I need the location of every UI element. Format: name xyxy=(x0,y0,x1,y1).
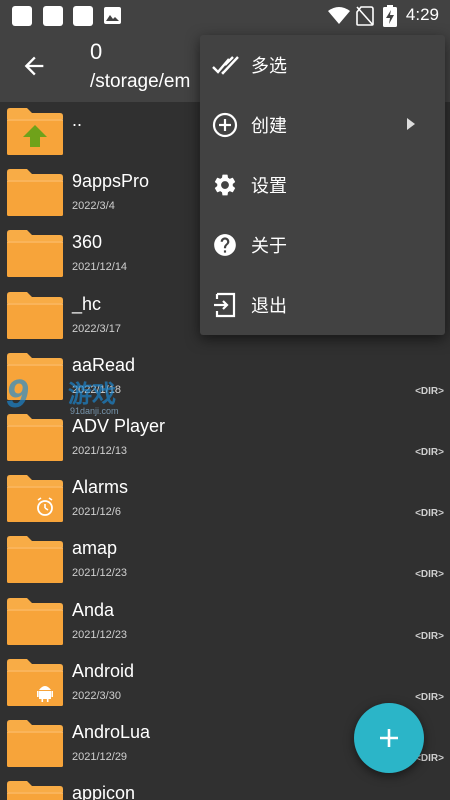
folder-alarm-icon xyxy=(7,475,63,523)
menu-item-about[interactable]: 关于 xyxy=(200,215,445,275)
notification-icon xyxy=(73,6,93,26)
overflow-menu: 多选 创建 设置 关于 退出 xyxy=(200,35,445,335)
file-date: 2022/3/17 xyxy=(72,322,121,335)
file-name: _hc xyxy=(72,293,102,314)
menu-item-label: 创建 xyxy=(251,116,287,137)
menu-item-label: 退出 xyxy=(251,296,287,317)
status-bar: 4:29 xyxy=(0,0,450,32)
file-name: Anda xyxy=(72,599,115,620)
file-date: 2021/12/23 xyxy=(72,628,128,641)
menu-item-label: 关于 xyxy=(251,236,287,257)
file-date: 2021/12/29 xyxy=(72,750,128,763)
folder-icon xyxy=(7,536,63,584)
menu-item-settings[interactable]: 设置 xyxy=(200,155,445,215)
status-time: 4:29 xyxy=(405,5,439,24)
folder-icon xyxy=(7,781,63,800)
settings-gear-icon xyxy=(214,174,236,196)
watermark-text: 游戏 xyxy=(68,380,116,408)
no-sim-icon xyxy=(356,6,374,26)
help-circle-icon xyxy=(214,234,236,256)
file-name: .. xyxy=(72,110,83,130)
plus-icon xyxy=(380,729,398,747)
menu-item-create[interactable]: 创建 xyxy=(200,95,445,155)
menu-item-label: 设置 xyxy=(251,176,287,197)
menu-item-label: 多选 xyxy=(251,56,287,77)
folder-icon xyxy=(7,230,63,278)
file-name: 9appsPro xyxy=(72,171,150,192)
file-date: 2021/12/13 xyxy=(72,444,128,457)
dir-tag: <DIR> xyxy=(415,446,444,458)
folder-icon xyxy=(7,597,63,645)
file-row[interactable]: amap 2021/12/23 <DIR> xyxy=(0,530,450,591)
add-circle-icon xyxy=(212,112,238,138)
folder-icon xyxy=(7,291,63,339)
file-name: AndroLua xyxy=(72,721,151,742)
folder-icon xyxy=(7,719,63,767)
file-date: 2022/3/30 xyxy=(72,689,121,702)
add-fab-button[interactable] xyxy=(354,703,424,773)
dir-tag: <DIR> xyxy=(415,385,444,397)
watermark-number: 9 xyxy=(6,372,29,416)
file-name: appicon xyxy=(72,783,136,800)
folder-up-icon xyxy=(7,108,63,155)
file-row[interactable]: Anda 2021/12/23 <DIR> xyxy=(0,592,450,653)
watermark-url: 91danji.com xyxy=(70,406,119,416)
watermark-logo: 9 游戏 91danji.com xyxy=(4,372,134,422)
exit-icon xyxy=(214,292,236,318)
file-date: 2021/12/23 xyxy=(72,567,128,580)
menu-item-multi-select[interactable]: 多选 xyxy=(200,35,445,95)
file-name: 360 xyxy=(72,232,103,253)
battery-charging-icon xyxy=(383,5,397,27)
submenu-arrow-icon xyxy=(407,118,415,130)
dir-tag: <DIR> xyxy=(415,630,444,642)
notification-icon xyxy=(12,6,32,26)
file-name: Android xyxy=(72,660,135,681)
multi-select-icon xyxy=(212,56,239,75)
notification-icon xyxy=(43,6,63,26)
file-row[interactable]: appicon xyxy=(0,775,450,800)
file-name: amap xyxy=(72,538,118,559)
file-date: 2021/12/6 xyxy=(72,506,121,519)
dir-tag: <DIR> xyxy=(415,691,444,703)
folder-icon xyxy=(7,169,63,217)
folder-title: 0 xyxy=(90,39,103,64)
image-icon xyxy=(104,7,121,24)
dir-tag: <DIR> xyxy=(415,569,444,581)
folder-path: /storage/em xyxy=(90,71,191,92)
file-name: Alarms xyxy=(72,477,129,498)
dir-tag: <DIR> xyxy=(415,508,444,520)
menu-item-exit[interactable]: 退出 xyxy=(200,275,445,335)
folder-android-icon xyxy=(7,658,63,706)
file-row[interactable]: Alarms 2021/12/6 <DIR> xyxy=(0,469,450,530)
wifi-icon xyxy=(328,7,350,24)
file-date: 2021/12/14 xyxy=(72,261,128,274)
file-date: 2022/3/4 xyxy=(72,200,115,213)
back-arrow-icon[interactable] xyxy=(20,52,48,80)
